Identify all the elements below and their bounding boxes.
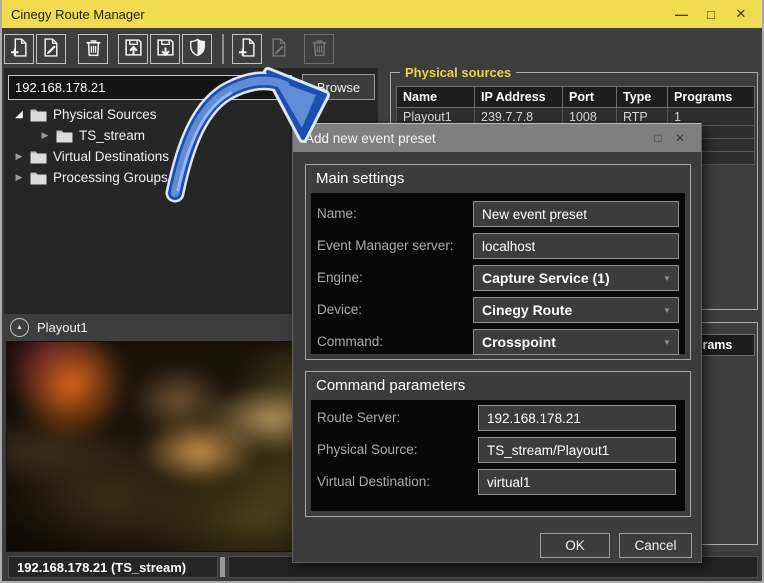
command-label: Command:: [317, 334, 384, 349]
new-preset-button[interactable]: [4, 34, 34, 64]
virtual-destination-input[interactable]: [478, 469, 676, 495]
edit-item-button[interactable]: [264, 34, 294, 64]
add-event-preset-dialog: Add new event preset □ ✕ Main settings N…: [292, 123, 702, 563]
maximize-icon[interactable]: □: [696, 0, 726, 28]
event-manager-server-input[interactable]: [473, 233, 679, 259]
column-header[interactable]: Name: [396, 86, 475, 108]
tree-collapsed-icon[interactable]: ▶: [38, 130, 52, 141]
status-splitter[interactable]: [220, 557, 225, 577]
main-toolbar: [4, 32, 336, 66]
column-header[interactable]: Type: [616, 86, 668, 108]
command-dropdown[interactable]: Crosspoint ▼: [473, 329, 679, 355]
edit-document-icon: [270, 38, 289, 60]
edit-document-icon: [42, 38, 61, 60]
device-dropdown[interactable]: Cinegy Route ▼: [473, 297, 679, 323]
tree-item-label: Processing Groups: [53, 170, 168, 185]
folder-icon: [30, 150, 47, 164]
cancel-button[interactable]: Cancel: [619, 533, 692, 558]
save-config-down-button[interactable]: [150, 34, 180, 64]
main-settings-label: Main settings: [316, 170, 405, 187]
security-button[interactable]: [182, 34, 212, 64]
field-row-virtual-destination: Virtual Destination:: [317, 469, 676, 495]
preview-title: Playout1: [37, 319, 88, 335]
new-document-icon: [238, 38, 257, 60]
chevron-down-icon: ▼: [663, 273, 671, 283]
field-row-engine: Engine: Capture Service (1) ▼: [317, 265, 679, 291]
column-header[interactable]: Port: [562, 86, 617, 108]
window-controls: — □ ✕: [666, 0, 756, 28]
dialog-close-icon[interactable]: ✕: [669, 124, 691, 152]
edit-preset-button[interactable]: [36, 34, 66, 64]
delete-item-button[interactable]: [304, 34, 334, 64]
dialog-controls: □ ✕: [647, 124, 691, 152]
physical-sources-label: Physical sources: [400, 65, 517, 80]
trash-icon: [310, 38, 329, 60]
field-row-device: Device: Cinegy Route ▼: [317, 297, 679, 323]
status-stream-label: 192.168.178.21 (TS_stream): [8, 556, 218, 578]
column-header[interactable]: Programs: [667, 86, 755, 108]
tree-item-physical-sources[interactable]: ◢ Physical Sources: [4, 104, 378, 125]
device-label: Device:: [317, 302, 363, 317]
virtual-destination-label: Virtual Destination:: [317, 474, 431, 489]
trash-icon: [84, 38, 103, 60]
browse-button[interactable]: Browse: [302, 74, 375, 100]
dialog-titlebar[interactable]: Add new event preset □ ✕: [293, 124, 701, 152]
field-row-command: Command: Crosspoint ▼: [317, 329, 679, 355]
command-value: Crosspoint: [482, 334, 556, 350]
close-icon[interactable]: ✕: [726, 0, 756, 28]
field-row-route-server: Route Server:: [317, 405, 676, 431]
folder-icon: [30, 108, 47, 122]
device-value: Cinegy Route: [482, 302, 573, 318]
folder-icon: [30, 171, 47, 185]
toolbar-separator: [222, 34, 224, 64]
tree-collapsed-icon[interactable]: ▶: [12, 172, 26, 183]
column-header[interactable]: IP Address: [474, 86, 563, 108]
tree-expanded-icon[interactable]: ◢: [12, 109, 26, 120]
tree-item-label: Physical Sources: [53, 107, 157, 122]
engine-label: Engine:: [317, 270, 363, 285]
tree-item-label: Virtual Destinations: [53, 149, 170, 164]
engine-value: Capture Service (1): [482, 270, 610, 286]
command-parameters-label: Command parameters: [316, 377, 466, 394]
dialog-maximize-icon[interactable]: □: [647, 124, 669, 152]
app-window: Cinegy Route Manager — □ ✕ 192.168.178.2…: [0, 0, 764, 583]
command-parameters-group: Command parameters Route Server: Physica…: [305, 371, 691, 517]
field-row-name: Name:: [317, 201, 679, 227]
field-row-physical-source: Physical Source:: [317, 437, 676, 463]
route-server-address-input[interactable]: [8, 75, 292, 100]
chevron-down-icon: ▼: [663, 337, 671, 347]
command-parameters-body: Route Server: Physical Source: Virtual D…: [311, 400, 685, 511]
main-settings-body: Name: Event Manager server: Engine: Capt…: [311, 193, 685, 355]
main-settings-group: Main settings Name: Event Manager server…: [305, 164, 691, 360]
save-config-up-button[interactable]: [118, 34, 148, 64]
name-label: Name:: [317, 206, 357, 221]
ok-button[interactable]: OK: [540, 533, 610, 558]
tree-item-label: TS_stream: [79, 128, 146, 143]
collapse-up-icon[interactable]: ▲: [10, 317, 29, 337]
chevron-down-icon: ▼: [663, 305, 671, 315]
field-row-event-manager-server: Event Manager server:: [317, 233, 679, 259]
table-header-row: Name IP Address Port Type Programs: [396, 86, 755, 108]
delete-preset-button[interactable]: [78, 34, 108, 64]
dialog-title: Add new event preset: [305, 130, 436, 146]
name-input[interactable]: [473, 201, 679, 227]
event-manager-server-label: Event Manager server:: [317, 238, 454, 253]
new-item-button[interactable]: [232, 34, 262, 64]
tree-collapsed-icon[interactable]: ▶: [12, 151, 26, 162]
route-server-label: Route Server:: [317, 410, 401, 425]
folder-icon: [56, 129, 73, 143]
physical-source-input[interactable]: [478, 437, 676, 463]
floppy-arrow-down-icon: [156, 38, 175, 60]
route-server-input[interactable]: [478, 405, 676, 431]
shield-icon: [188, 38, 207, 60]
engine-dropdown[interactable]: Capture Service (1) ▼: [473, 265, 679, 291]
physical-source-label: Physical Source:: [317, 442, 418, 457]
minimize-icon[interactable]: —: [666, 0, 696, 28]
app-titlebar: Cinegy Route Manager — □ ✕: [2, 0, 762, 28]
floppy-arrow-up-icon: [124, 38, 143, 60]
app-title: Cinegy Route Manager: [11, 6, 145, 22]
new-document-icon: [10, 38, 29, 60]
